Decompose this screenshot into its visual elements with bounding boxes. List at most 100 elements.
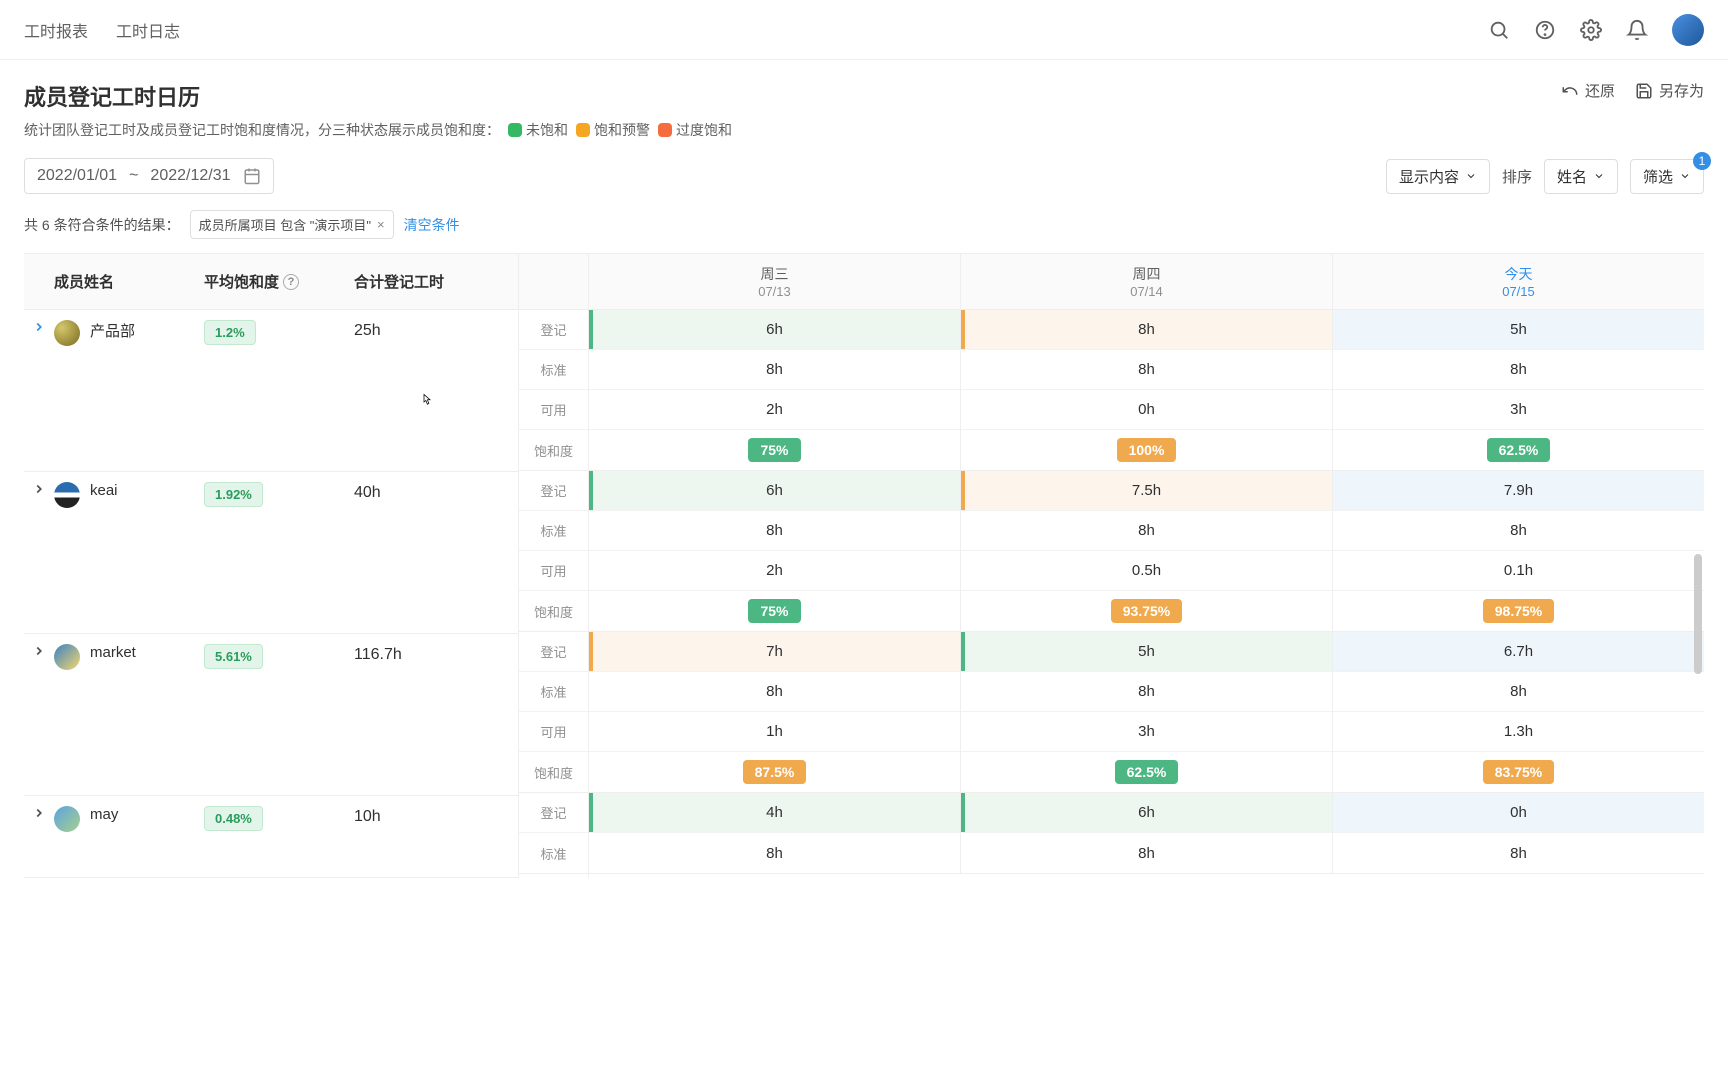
saturation-cell: 98.75% xyxy=(1333,591,1704,631)
left-header-row: 成员姓名 平均饱和度 ? 合计登记工时 xyxy=(24,254,518,310)
settings-icon[interactable] xyxy=(1580,19,1602,41)
registered-cell[interactable]: 0h xyxy=(1333,793,1704,833)
row-label-column: 登记标准可用饱和度登记标准可用饱和度登记标准可用饱和度登记标准 xyxy=(519,254,589,878)
chevron-down-icon xyxy=(1593,170,1605,182)
close-icon[interactable]: × xyxy=(377,217,385,232)
bar-indicator xyxy=(961,632,965,671)
saturation-cell: 93.75% xyxy=(961,591,1332,631)
standard-cell: 8h xyxy=(1333,511,1704,551)
data-column: 6h8h xyxy=(960,793,1332,873)
registered-cell[interactable]: 6h xyxy=(589,310,960,350)
legend-label: 过度饱和 xyxy=(676,120,732,140)
member-avatar xyxy=(54,644,80,670)
saturation-cell: 75% xyxy=(589,591,960,631)
available-cell: 0.1h xyxy=(1333,551,1704,591)
saturation-cell: 100% xyxy=(961,430,1332,470)
available-cell: 0h xyxy=(961,390,1332,430)
standard-cell: 8h xyxy=(961,350,1332,390)
saturation-pill: 62.5% xyxy=(1115,760,1179,784)
row-label: 登记 xyxy=(519,793,588,833)
registered-cell[interactable]: 8h xyxy=(961,310,1332,350)
registered-cell[interactable]: 7.5h xyxy=(961,471,1332,511)
total-hours-cell: 10h xyxy=(354,796,518,877)
data-block: 4h8h6h8h0h8h xyxy=(589,793,1704,874)
expand-toggle[interactable] xyxy=(24,644,54,658)
toolbar: 2022/01/01 ~ 2022/12/31 显示内容 排序 姓名 筛选 1 xyxy=(24,158,1704,194)
bar-indicator xyxy=(589,793,593,832)
help-icon[interactable] xyxy=(1534,19,1556,41)
bar-indicator xyxy=(961,471,965,510)
scrollbar-vertical[interactable] xyxy=(1694,554,1702,674)
date-separator: ~ xyxy=(129,167,138,185)
tab-log[interactable]: 工时日志 xyxy=(116,18,180,42)
save-as-button[interactable]: 另存为 xyxy=(1635,80,1704,101)
member-avatar xyxy=(54,320,80,346)
member-row: market 5.61% 116.7h xyxy=(24,634,518,796)
user-avatar[interactable] xyxy=(1672,14,1704,46)
sort-value: 姓名 xyxy=(1557,166,1587,187)
registered-cell[interactable]: 6.7h xyxy=(1333,632,1704,672)
day-header[interactable]: 今天07/15 xyxy=(1332,254,1704,309)
standard-cell: 8h xyxy=(961,672,1332,712)
desc-text: 统计团队登记工时及成员登记工时饱和度情况，分三种状态展示成员饱和度： xyxy=(24,120,500,140)
date-range-picker[interactable]: 2022/01/01 ~ 2022/12/31 xyxy=(24,158,274,194)
saturation-pill: 98.75% xyxy=(1483,599,1554,623)
chevron-right-icon xyxy=(32,806,46,820)
filter-count-badge: 1 xyxy=(1693,152,1711,170)
registered-cell[interactable]: 4h xyxy=(589,793,960,833)
search-icon[interactable] xyxy=(1488,19,1510,41)
saturation-badge: 0.48% xyxy=(204,806,263,831)
chevron-right-icon xyxy=(32,320,46,334)
row-label: 标准 xyxy=(519,511,588,551)
saturation-cell: 83.75% xyxy=(1333,752,1704,792)
member-name: keai xyxy=(90,482,118,499)
filter-chip[interactable]: 成员所属项目 包含 "演示项目" × xyxy=(190,210,394,239)
legend-label: 饱和预警 xyxy=(594,120,650,140)
available-cell: 2h xyxy=(589,551,960,591)
standard-cell: 8h xyxy=(961,833,1332,873)
display-content-select[interactable]: 显示内容 xyxy=(1386,159,1490,194)
expand-toggle[interactable] xyxy=(24,482,54,496)
data-column: 6.7h8h1.3h83.75% xyxy=(1332,632,1704,792)
registered-cell[interactable]: 6h xyxy=(589,471,960,511)
saturation-cell: 62.5% xyxy=(961,752,1332,792)
saturation-cell: 75% xyxy=(589,430,960,470)
registered-cell[interactable]: 6h xyxy=(961,793,1332,833)
day-date: 07/14 xyxy=(1130,284,1163,299)
label-header-spacer xyxy=(519,254,588,310)
result-count: 共 6 条符合条件的结果： xyxy=(24,215,180,235)
row-labels: 登记标准可用饱和度 xyxy=(519,471,588,632)
bar-indicator xyxy=(589,632,593,671)
member-name: may xyxy=(90,806,118,823)
page-title: 成员登记工时日历 xyxy=(24,80,732,112)
registered-cell[interactable]: 7.9h xyxy=(1333,471,1704,511)
registered-cell[interactable]: 5h xyxy=(1333,310,1704,350)
day-name: 周四 xyxy=(1133,264,1161,284)
saturation-pill: 62.5% xyxy=(1487,438,1551,462)
tab-report[interactable]: 工时报表 xyxy=(24,18,88,42)
day-header[interactable]: 周三07/13 xyxy=(589,254,960,309)
expand-toggle[interactable] xyxy=(24,806,54,820)
row-labels: 登记标准可用饱和度 xyxy=(519,632,588,793)
total-hours-cell: 116.7h xyxy=(354,634,518,795)
sort-select[interactable]: 姓名 xyxy=(1544,159,1618,194)
data-block: 6h8h2h75%7.5h8h0.5h93.75%7.9h8h0.1h98.75… xyxy=(589,471,1704,632)
clear-filter-link[interactable]: 清空条件 xyxy=(404,215,460,235)
data-column: 5h8h3h62.5% xyxy=(1332,310,1704,470)
avg-saturation-cell: 5.61% xyxy=(204,634,354,795)
data-column: 7.5h8h0.5h93.75% xyxy=(960,471,1332,631)
registered-cell[interactable]: 7h xyxy=(589,632,960,672)
row-label: 标准 xyxy=(519,833,588,873)
day-header[interactable]: 周四07/14 xyxy=(960,254,1332,309)
day-date: 07/15 xyxy=(1502,284,1535,299)
restore-button[interactable]: 还原 xyxy=(1561,80,1615,101)
row-label: 可用 xyxy=(519,551,588,591)
registered-cell[interactable]: 5h xyxy=(961,632,1332,672)
expand-toggle[interactable] xyxy=(24,320,54,334)
help-circle-icon[interactable]: ? xyxy=(283,274,299,290)
member-name: market xyxy=(90,644,136,661)
bell-icon[interactable] xyxy=(1626,19,1648,41)
header-actions: 还原 另存为 xyxy=(1561,80,1704,101)
filter-button[interactable]: 筛选 1 xyxy=(1630,159,1704,194)
restore-label: 还原 xyxy=(1585,80,1615,101)
